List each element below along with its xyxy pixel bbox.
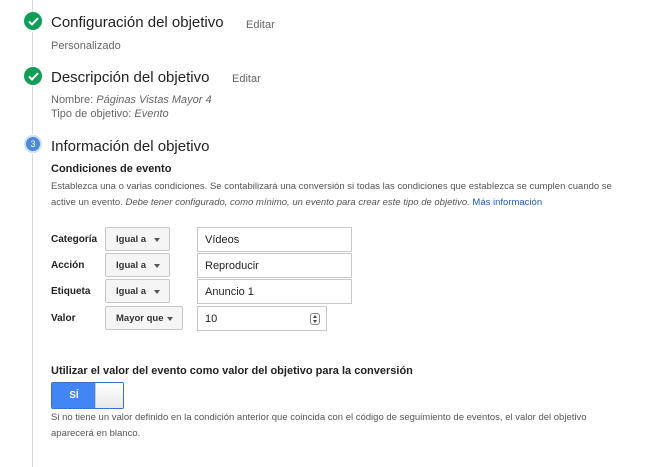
check-icon (27, 17, 39, 26)
goal-name-line: Nombre: Páginas Vistas Mayor 4 (51, 94, 212, 106)
action-operator-dropdown[interactable]: Igual a (105, 253, 170, 277)
dropdown-value: Mayor que (116, 312, 164, 324)
use-event-value-note: Si no tiene un valor definido en la cond… (51, 412, 587, 439)
event-conditions-description: Establezca una o varias condiciones. Se … (51, 179, 631, 211)
dropdown-value: Igual a (116, 259, 147, 271)
toggle-on-label: SÍ (52, 383, 96, 408)
condition-label-action: Acción (51, 260, 85, 271)
check-icon (27, 72, 39, 81)
toggle-knob (95, 383, 123, 408)
step-3-title: Información del objetivo (51, 138, 210, 155)
goal-type-value: Evento (134, 108, 169, 120)
action-value-input[interactable]: Reproducir (197, 253, 352, 278)
step-1-summary: Personalizado (51, 40, 121, 52)
label-operator-dropdown[interactable]: Igual a (105, 279, 170, 303)
step-1-edit-link[interactable]: Editar (246, 19, 275, 31)
spinner-up-icon (313, 315, 317, 318)
category-value-input[interactable]: Vídeos (197, 227, 352, 252)
category-operator-dropdown[interactable]: Igual a (105, 227, 170, 251)
step-connector-line (32, 86, 33, 134)
spinner-icon[interactable] (310, 313, 320, 325)
more-info-link[interactable]: Más información (472, 197, 542, 208)
goal-name-value: Páginas Vistas Mayor 4 (96, 94, 212, 106)
step-connector-line (32, 32, 33, 66)
dropdown-value: Igual a (116, 285, 147, 297)
label-value-input[interactable]: Anuncio 1 (197, 279, 352, 304)
step-2-title: Descripción del objetivo (51, 69, 210, 86)
dropdown-value: Igual a (116, 233, 147, 245)
caret-down-icon (154, 290, 160, 294)
value-number-input[interactable]: 10 (197, 306, 327, 331)
spinner-down-icon (313, 320, 317, 323)
condition-label-value: Valor (51, 313, 76, 324)
condition-label-category: Categoría (51, 234, 98, 245)
use-event-value-title: Utilizar el valor del evento como valor … (51, 365, 413, 377)
goal-name-label: Nombre: (51, 94, 94, 106)
step-connector-line (32, 0, 33, 12)
event-conditions-title: Condiciones de evento (51, 163, 172, 175)
condition-label-label: Etiqueta (51, 286, 91, 297)
step-2-edit-link[interactable]: Editar (232, 73, 261, 85)
goal-type-label: Tipo de objetivo: (51, 108, 132, 120)
step-1-check-icon (24, 12, 42, 30)
goal-type-line: Tipo de objetivo: Evento (51, 108, 169, 120)
step-connector-line (32, 154, 33, 467)
caret-down-icon (154, 238, 160, 242)
value-operator-dropdown[interactable]: Mayor que (105, 306, 183, 330)
step-3-number-badge: 3 (24, 135, 42, 153)
step-2-check-icon (24, 67, 42, 85)
use-event-value-toggle[interactable]: SÍ (51, 382, 124, 409)
step-1-title: Configuración del objetivo (51, 14, 224, 31)
caret-down-icon (167, 317, 173, 321)
description-italic-text: Debe tener configurado, como mínimo, un … (125, 197, 470, 208)
caret-down-icon (154, 264, 160, 268)
value-number-text: 10 (205, 312, 218, 325)
